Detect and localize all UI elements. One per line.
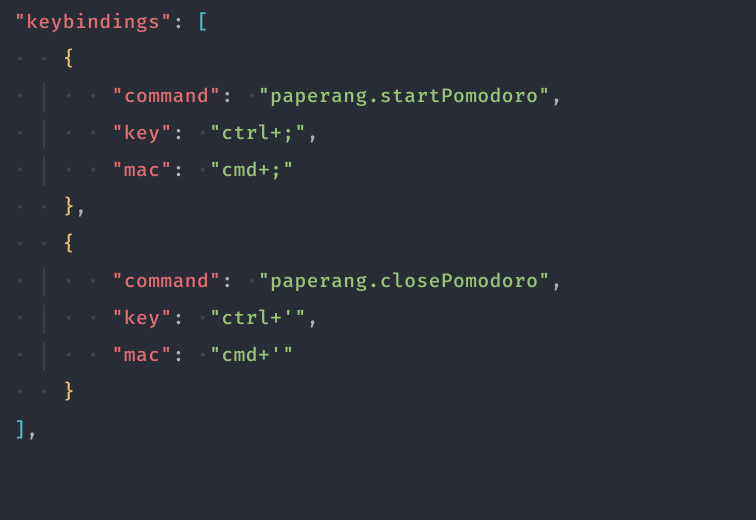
code-line: · │ · · "command": ·"paperang.startPomod… xyxy=(0,78,756,115)
code-line: · · } xyxy=(0,374,756,411)
code-line: · · }, xyxy=(0,189,756,226)
json-key: "key" xyxy=(112,121,173,145)
json-bracket-open: [ xyxy=(197,10,209,34)
json-bracket-close: ] xyxy=(14,418,26,442)
json-string: "paperang.startPomodoro" xyxy=(258,84,551,108)
json-string: "ctrl+;" xyxy=(209,121,307,145)
json-brace-close: } xyxy=(63,195,75,219)
json-brace-open: { xyxy=(63,47,75,71)
code-line: · │ · · "command": ·"paperang.closePomod… xyxy=(0,263,756,300)
code-line: ], xyxy=(0,412,756,449)
json-key: "mac" xyxy=(112,343,173,367)
json-key: "keybindings" xyxy=(14,10,173,34)
json-brace-open: { xyxy=(63,232,75,256)
code-line: · · { xyxy=(0,41,756,78)
json-brace-close: } xyxy=(63,380,75,404)
code-line: · │ · · "mac": ·"cmd+;" xyxy=(0,152,756,189)
code-line: · │ · · "mac": ·"cmd+'" xyxy=(0,337,756,374)
code-editor-viewport[interactable]: "keybindings": [ · · { · │ · · "command"… xyxy=(0,4,756,449)
code-line: "keybindings": [ xyxy=(0,4,756,41)
json-key: "mac" xyxy=(112,158,173,182)
code-line: · │ · · "key": ·"ctrl+;", xyxy=(0,115,756,152)
json-string: "ctrl+'" xyxy=(209,306,307,330)
json-string: "cmd+'" xyxy=(209,343,294,367)
json-key: "command" xyxy=(112,84,222,108)
code-line: · │ · · "key": ·"ctrl+'", xyxy=(0,300,756,337)
json-string: "paperang.closePomodoro" xyxy=(258,269,551,293)
json-key: "key" xyxy=(112,306,173,330)
code-line: · · { xyxy=(0,226,756,263)
json-key: "command" xyxy=(112,269,222,293)
json-string: "cmd+;" xyxy=(209,158,294,182)
